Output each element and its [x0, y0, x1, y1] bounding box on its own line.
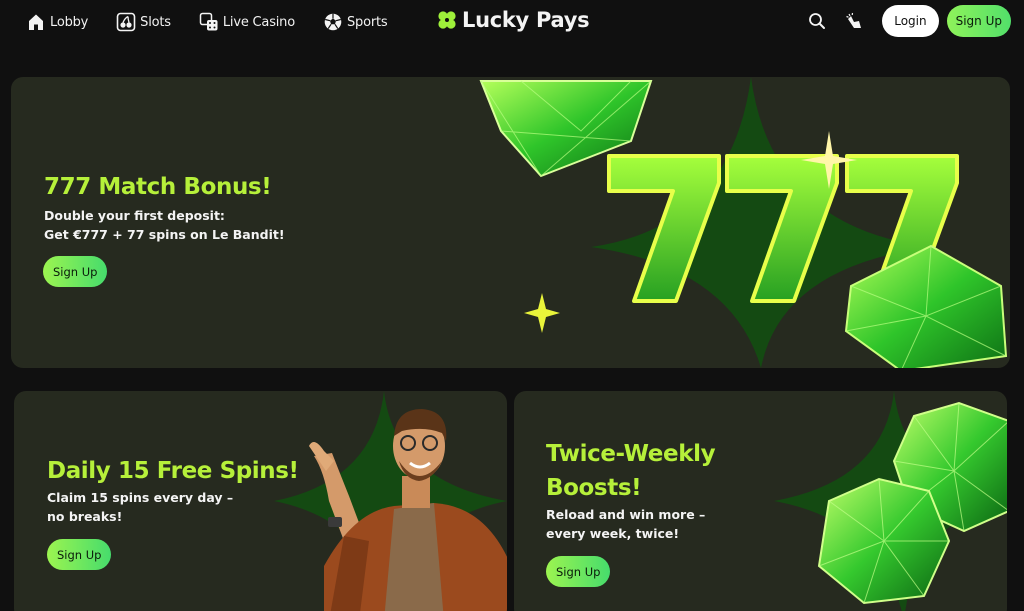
dice-icon [199, 12, 218, 31]
promotions-button[interactable] [843, 10, 865, 32]
header-actions: Login Sign Up [806, 5, 1011, 37]
bell-hand-icon [846, 12, 862, 28]
nav-item-label: Lobby [50, 14, 89, 30]
card-left-title: Daily 15 Free Spins! [47, 458, 299, 484]
nav-item-live-casino[interactable]: Live Casino [199, 10, 295, 34]
hero-subtitle-line-2: Get €777 + 77 spins on Le Bandit! [44, 227, 285, 242]
hero-title: 777 Match Bonus! [44, 174, 272, 200]
nav-item-lobby[interactable]: Lobby [26, 10, 88, 34]
nav-item-label: Slots [140, 14, 171, 30]
hero-subtitle-line-1: Double your first deposit: [44, 208, 225, 223]
card-right-signup-button[interactable]: Sign Up [546, 556, 611, 587]
cherries-icon [116, 12, 136, 32]
hero-signup-button[interactable]: Sign Up [43, 256, 108, 287]
soccer-ball-icon [324, 13, 342, 31]
card-left-subtitle-line-1: Claim 15 spins every day – [47, 490, 234, 505]
promo-card-twice-weekly-boosts[interactable]: Twice-Weekly Boosts! Reload and win more… [514, 391, 1007, 611]
man-cheering-illustration [309, 409, 507, 611]
search-icon [809, 13, 826, 29]
logo-text: Lucky Pays [462, 8, 590, 32]
main-nav: Lobby Slots Live Casino Sports [26, 10, 415, 34]
home-icon [29, 14, 43, 30]
nav-item-label: Sports [346, 14, 388, 30]
card-right-subtitle-line-1: Reload and win more – [546, 507, 706, 522]
card-left-subtitle-line-2: no breaks! [47, 509, 123, 524]
site-logo[interactable]: Lucky Pays [436, 8, 590, 32]
clover-icon [438, 11, 456, 29]
promo-card-daily-free-spins[interactable]: Daily 15 Free Spins! Claim 15 spins ever… [14, 391, 507, 611]
search-button[interactable] [806, 10, 828, 32]
signup-button[interactable]: Sign Up [946, 5, 1011, 37]
emerald-gems-artwork [817, 401, 1007, 605]
nav-item-label: Live Casino [222, 14, 295, 30]
top-navigation-bar: Lobby Slots Live Casino Sports Lucky Pay… [0, 0, 1024, 44]
emerald-777-artwork [479, 80, 1008, 368]
login-button[interactable]: Login [882, 5, 939, 37]
card-right-title-line-1: Twice-Weekly [546, 441, 716, 467]
hero-banner-777-match-bonus[interactable]: 777 Match Bonus! Double your first depos… [11, 77, 1010, 368]
card-right-title-line-2: Boosts! [546, 475, 642, 501]
card-right-subtitle-line-2: every week, twice! [546, 526, 680, 541]
nav-item-slots[interactable]: Slots [116, 10, 171, 34]
nav-item-sports[interactable]: Sports [323, 10, 388, 34]
card-left-signup-button[interactable]: Sign Up [47, 539, 112, 570]
